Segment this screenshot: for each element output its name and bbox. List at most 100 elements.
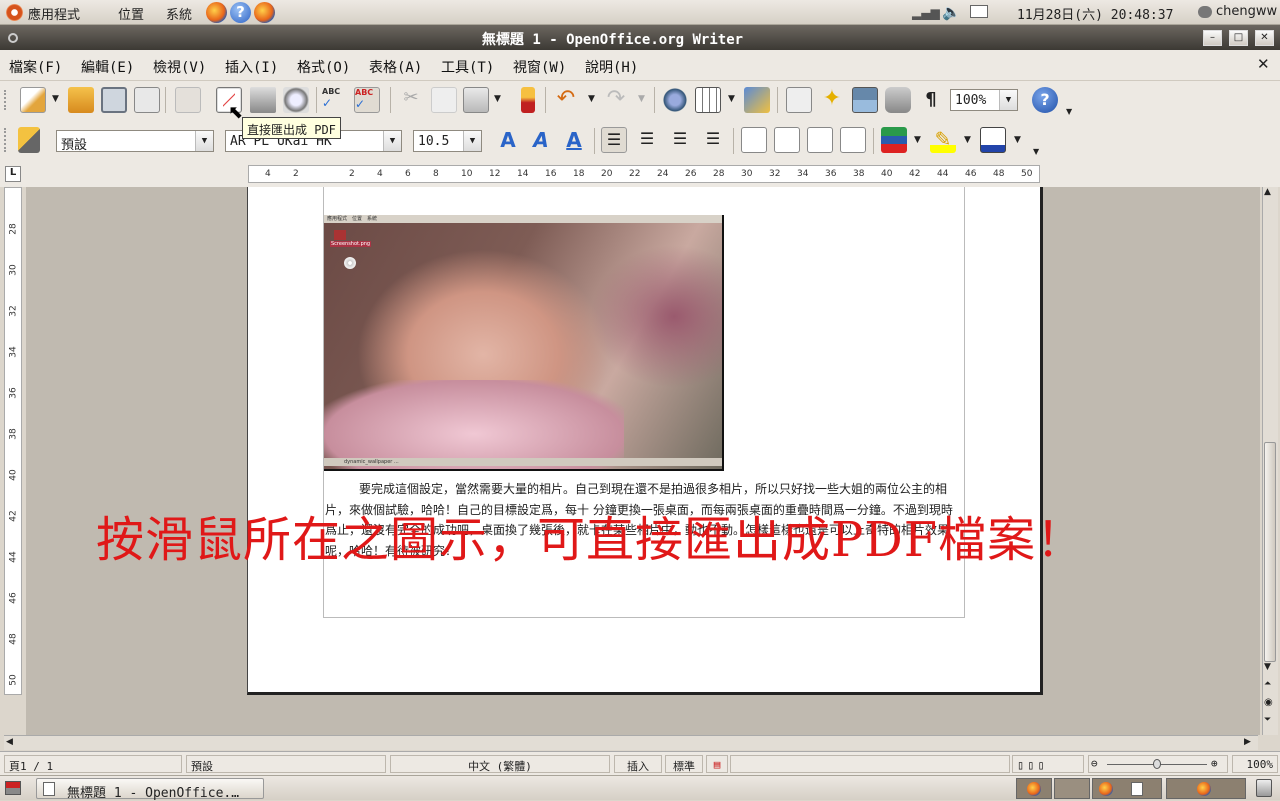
undo-icon[interactable]: ↶	[553, 87, 579, 113]
previous-page-icon[interactable]: ⏶	[1264, 679, 1271, 689]
horizontal-ruler[interactable]: 4 2 2 4 6 8 10 12 14 16 18 20 22 24 26 28 30 32 34 36 38 40 42…	[248, 165, 1040, 183]
font-color-dropdown-icon[interactable]: ▼	[914, 135, 921, 145]
redo-dropdown-icon[interactable]: ▼	[638, 94, 645, 104]
highlighting-icon[interactable]: ✎	[930, 127, 956, 153]
font-color-icon[interactable]	[881, 127, 907, 153]
spellcheck-icon[interactable]: ABC ✓	[322, 87, 348, 113]
vertical-ruler[interactable]: 28 30 32 34 36 38 40 42 44 46 48 50	[4, 187, 22, 695]
scroll-left-icon[interactable]: ◀	[6, 737, 13, 747]
table-icon[interactable]	[695, 87, 721, 113]
scroll-thumb[interactable]	[1264, 442, 1276, 662]
new-dropdown-icon[interactable]: ▼	[52, 94, 59, 104]
menu-applications[interactable]: 應用程式	[28, 4, 80, 23]
format-paintbrush-icon[interactable]	[521, 87, 535, 113]
italic-icon[interactable]: A	[528, 128, 554, 154]
tab-type-icon[interactable]: L	[5, 166, 21, 182]
workspace-4[interactable]	[1166, 778, 1246, 799]
signature-indicator[interactable]	[730, 755, 1010, 773]
show-draw-functions-icon[interactable]	[744, 87, 770, 113]
firefox-launcher-icon[interactable]	[254, 2, 275, 23]
language-indicator[interactable]: 中文 (繁體)	[390, 755, 610, 773]
ubuntu-logo-icon[interactable]	[6, 4, 23, 21]
user-name[interactable]: chengww	[1216, 4, 1277, 19]
auto-spellcheck-icon[interactable]: ABC ✓	[354, 87, 380, 113]
styles-formatting-icon[interactable]	[18, 127, 40, 153]
close-document-icon[interactable]: ✕	[1257, 55, 1270, 73]
font-size-select[interactable]: 10.5 ▼	[413, 130, 482, 152]
minimize-button[interactable]: –	[1203, 30, 1222, 46]
menu-table[interactable]: 表格(A)	[369, 57, 422, 77]
underline-icon[interactable]: A	[561, 128, 587, 154]
menu-format[interactable]: 格式(O)	[297, 57, 350, 77]
page-style-indicator[interactable]: 預設	[186, 755, 386, 773]
toolbar-options-icon[interactable]: ▼	[1033, 147, 1039, 156]
background-color-icon[interactable]	[980, 127, 1006, 153]
help-icon[interactable]: ?	[1032, 87, 1058, 113]
close-window-button[interactable]: ✕	[1255, 30, 1274, 46]
undo-dropdown-icon[interactable]: ▼	[588, 94, 595, 104]
show-desktop-icon[interactable]	[5, 781, 21, 795]
gallery-icon[interactable]	[852, 87, 878, 113]
taskbar-button[interactable]: 無標題 1 - OpenOffice.…	[36, 778, 264, 801]
chat-status-icon[interactable]	[1198, 6, 1212, 18]
scroll-right-icon[interactable]: ▶	[1244, 737, 1251, 747]
justify-icon[interactable]: ☰	[700, 127, 726, 153]
print-icon[interactable]	[250, 87, 276, 113]
page-indicator[interactable]: 頁1 / 1	[4, 755, 182, 773]
find-replace-icon[interactable]	[786, 87, 812, 113]
data-sources-icon[interactable]	[885, 87, 911, 113]
align-left-icon[interactable]: ☰	[601, 127, 627, 153]
help-launcher-icon[interactable]: ?	[230, 2, 251, 23]
zoom-thumb[interactable]	[1153, 759, 1161, 769]
trash-icon[interactable]	[1256, 779, 1272, 797]
new-document-icon[interactable]	[20, 87, 46, 113]
cut-icon[interactable]: ✂	[398, 87, 424, 113]
highlighting-dropdown-icon[interactable]: ▼	[964, 135, 971, 145]
paragraph-style-select[interactable]: 預設 ▼	[56, 130, 214, 153]
workspace-3[interactable]	[1092, 778, 1162, 799]
maximize-button[interactable]: □	[1229, 30, 1248, 46]
network-signal-icon[interactable]: ▂▄▆	[912, 6, 940, 20]
window-titlebar[interactable]: 無標題 1 - OpenOffice.org Writer – □ ✕	[0, 25, 1280, 50]
navigation-icon[interactable]: ◉	[1264, 697, 1273, 708]
decrease-indent-icon[interactable]	[807, 127, 833, 153]
increase-indent-icon[interactable]	[840, 127, 866, 153]
toolbar-grip-icon[interactable]	[4, 90, 7, 110]
scroll-up-icon[interactable]: ▲	[1264, 187, 1271, 197]
zoom-in-icon[interactable]: ⊕	[1211, 757, 1218, 770]
print-preview-icon[interactable]	[283, 87, 309, 113]
toolbar-grip-icon[interactable]	[4, 128, 7, 152]
paste-dropdown-icon[interactable]: ▼	[494, 94, 501, 104]
volume-icon[interactable]: 🔈	[942, 3, 961, 21]
insert-mode-indicator[interactable]: 插入	[614, 755, 662, 773]
embedded-screenshot-image[interactable]: 應用程式 位置 系統 Screenshot.png dynamic_wallpa…	[324, 215, 724, 471]
view-layout-icons[interactable]: ▯▯▯	[1012, 755, 1084, 773]
nonprinting-characters-icon[interactable]: ¶	[918, 87, 944, 113]
menu-places[interactable]: 位置	[118, 4, 144, 23]
menu-edit[interactable]: 編輯(E)	[81, 57, 134, 77]
scroll-down-icon[interactable]: ▼	[1264, 662, 1271, 672]
menu-system[interactable]: 系統	[166, 4, 192, 23]
style-dropdown-icon[interactable]: ▼	[195, 131, 213, 151]
menu-tools[interactable]: 工具(T)	[441, 57, 494, 77]
vertical-scrollbar[interactable]: ▲ ▼ ⏶ ◉ ⏷	[1262, 187, 1278, 735]
hyperlink-icon[interactable]	[662, 87, 688, 113]
paste-icon[interactable]	[463, 87, 489, 113]
menu-file[interactable]: 檔案(F)	[9, 57, 62, 77]
menu-view[interactable]: 檢視(V)	[153, 57, 206, 77]
navigator-icon[interactable]: ✦	[819, 87, 845, 113]
save-icon[interactable]	[101, 87, 127, 113]
next-page-icon[interactable]: ⏷	[1264, 715, 1271, 725]
zoom-percent[interactable]: 100%	[1232, 755, 1278, 773]
email-document-icon[interactable]	[134, 87, 160, 113]
font-size-dropdown-icon[interactable]: ▼	[463, 131, 481, 151]
zoom-out-icon[interactable]: ⊖	[1091, 757, 1098, 770]
copy-icon[interactable]	[431, 87, 457, 113]
menu-window[interactable]: 視窗(W)	[513, 57, 566, 77]
align-right-icon[interactable]: ☰	[667, 127, 693, 153]
mail-icon[interactable]	[970, 5, 988, 18]
numbering-icon[interactable]	[741, 127, 767, 153]
zoom-dropdown-icon[interactable]: ▼	[999, 90, 1017, 110]
zoom-select[interactable]: 100% ▼	[950, 89, 1018, 111]
menu-help[interactable]: 說明(H)	[585, 57, 638, 77]
